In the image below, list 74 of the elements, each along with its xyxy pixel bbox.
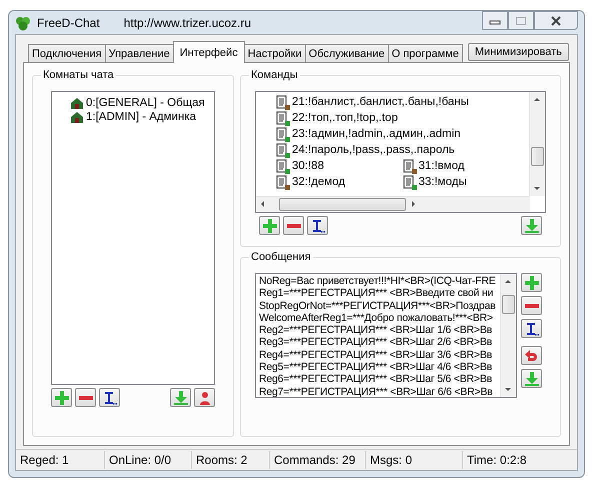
plus-button[interactable] [259, 216, 280, 235]
message-item[interactable]: Reg2=***РЕГЕСТРАЦИЯ*** <BR>Шаг 1/6 <BR>Вв [259, 324, 500, 336]
tab[interactable]: Управление [104, 44, 174, 63]
text-cursor-button[interactable] [99, 388, 120, 407]
scroll-thumb[interactable] [531, 147, 544, 166]
status-field: Rooms: 2 [192, 451, 270, 469]
horizontal-scrollbar[interactable] [256, 196, 530, 212]
house-icon [70, 111, 84, 123]
command-item[interactable]: 22:!топ,.топ,!top,.top [292, 112, 398, 124]
message-item[interactable]: Reg6=***РЕГЕСТРАЦИЯ*** <BR>Шаг 5/6 <BR>Вв [259, 373, 500, 386]
room-item[interactable]: 1:[ADMIN] - Админка [86, 111, 196, 123]
tab[interactable]: О программе [388, 44, 463, 63]
group-title: Команды [250, 69, 299, 81]
close-icon [550, 16, 562, 26]
return-arrow-button[interactable] [521, 346, 542, 365]
command-item[interactable]: 30:!88 [292, 160, 324, 172]
minimize-button[interactable]: Минимизировать [468, 43, 569, 61]
plus-button[interactable] [521, 273, 542, 292]
room-item[interactable]: 0:[GENERAL] - Общая [86, 97, 205, 109]
tab[interactable]: Подключения [28, 44, 106, 63]
download-arrow-icon [172, 390, 188, 406]
message-item[interactable]: NoReg=Вас приветствует!!!*HI*<BR>(ICQ-Чат-FRE [259, 275, 500, 288]
minus-button[interactable] [283, 216, 304, 235]
vertical-scrollbar[interactable] [500, 274, 516, 397]
status-field: Time: 0:2:8 [463, 451, 577, 469]
plus-button[interactable] [51, 388, 72, 407]
return-arrow-icon [524, 348, 540, 364]
clover-logo-icon [15, 14, 31, 30]
message-item[interactable]: Reg1=***РЕГЕСТРАЦИЯ*** <BR>Введите свой ни [259, 287, 500, 300]
vertical-scrollbar[interactable] [529, 92, 545, 196]
minimize-window-button[interactable] [482, 11, 508, 30]
minus-icon [78, 396, 92, 400]
maximize-icon [515, 16, 527, 26]
scroll-thumb[interactable] [502, 295, 515, 314]
minus-icon [286, 224, 300, 228]
group-title: Комнаты чата [42, 69, 115, 81]
tab[interactable]: Настройки [244, 44, 306, 63]
download-arrow-button[interactable] [521, 369, 542, 388]
status-field: Commands: 29 [270, 451, 366, 469]
tab[interactable]: Интерфейс [172, 41, 245, 63]
scroll-thumb[interactable] [279, 198, 406, 211]
download-arrow-icon [524, 370, 540, 386]
message-item[interactable]: Reg3=***РЕГЕСТРАЦИЯ*** <BR>Шаг 2/6 <BR>Вв [259, 336, 500, 349]
house-icon [70, 97, 84, 109]
message-item[interactable]: Reg4=***РЕГЕСТРАЦИЯ*** <BR>Шаг 3/6 <BR>Вв [259, 348, 500, 362]
minus-button[interactable] [75, 388, 96, 407]
text-cursor-button[interactable] [307, 216, 328, 235]
website-url: http://www.trizer.ucoz.ru [124, 16, 252, 30]
download-arrow-button[interactable] [521, 216, 542, 235]
status-field: Msgs: 0 [366, 451, 463, 469]
minus-button[interactable] [521, 296, 542, 315]
minus-icon [524, 304, 538, 308]
plus-icon [54, 390, 70, 406]
command-item[interactable]: 31:!вмод [418, 160, 464, 172]
command-item[interactable]: 21:!банлист,.банлист,.баны,!баны [292, 96, 469, 108]
download-arrow-button[interactable] [170, 388, 191, 407]
command-item[interactable]: 23:!админ,!admin,.админ,.admin [292, 128, 461, 140]
command-item[interactable]: 32:!демод [292, 176, 346, 188]
command-item[interactable]: 33:!моды [418, 176, 467, 188]
text-cursor-button[interactable] [521, 319, 542, 338]
command-item[interactable]: 24:!пароль,!pass,.pass,.пароль [292, 144, 455, 156]
tab[interactable]: Обслуживание [304, 44, 389, 63]
window-title: FreeD-Chat [37, 16, 100, 30]
message-item[interactable]: WelcomeAfterReg1=***Добро пожаловать!***<BR> [259, 312, 500, 324]
plus-icon [524, 274, 540, 290]
message-item[interactable]: StopRegOrNot=***РЕГИСТРАЦИЯ***<BR>Поздрав [259, 300, 500, 312]
close-window-button[interactable] [534, 11, 578, 30]
message-item[interactable]: Reg7=***РЕГИСТРАЦИЯ*** <BR>Шаг 6/6 <BR>Вв [259, 386, 500, 397]
download-arrow-icon [524, 218, 540, 234]
status-field: OnLine: 0/0 [105, 451, 192, 469]
group-title: Сообщения [250, 251, 312, 263]
status-field: Reged: 1 [16, 451, 105, 469]
message-item[interactable]: Reg5=***РЕГЕСТРАЦИЯ*** <BR>Шаг 4/6 <BR>Вв [259, 361, 500, 374]
plus-icon [262, 218, 278, 234]
